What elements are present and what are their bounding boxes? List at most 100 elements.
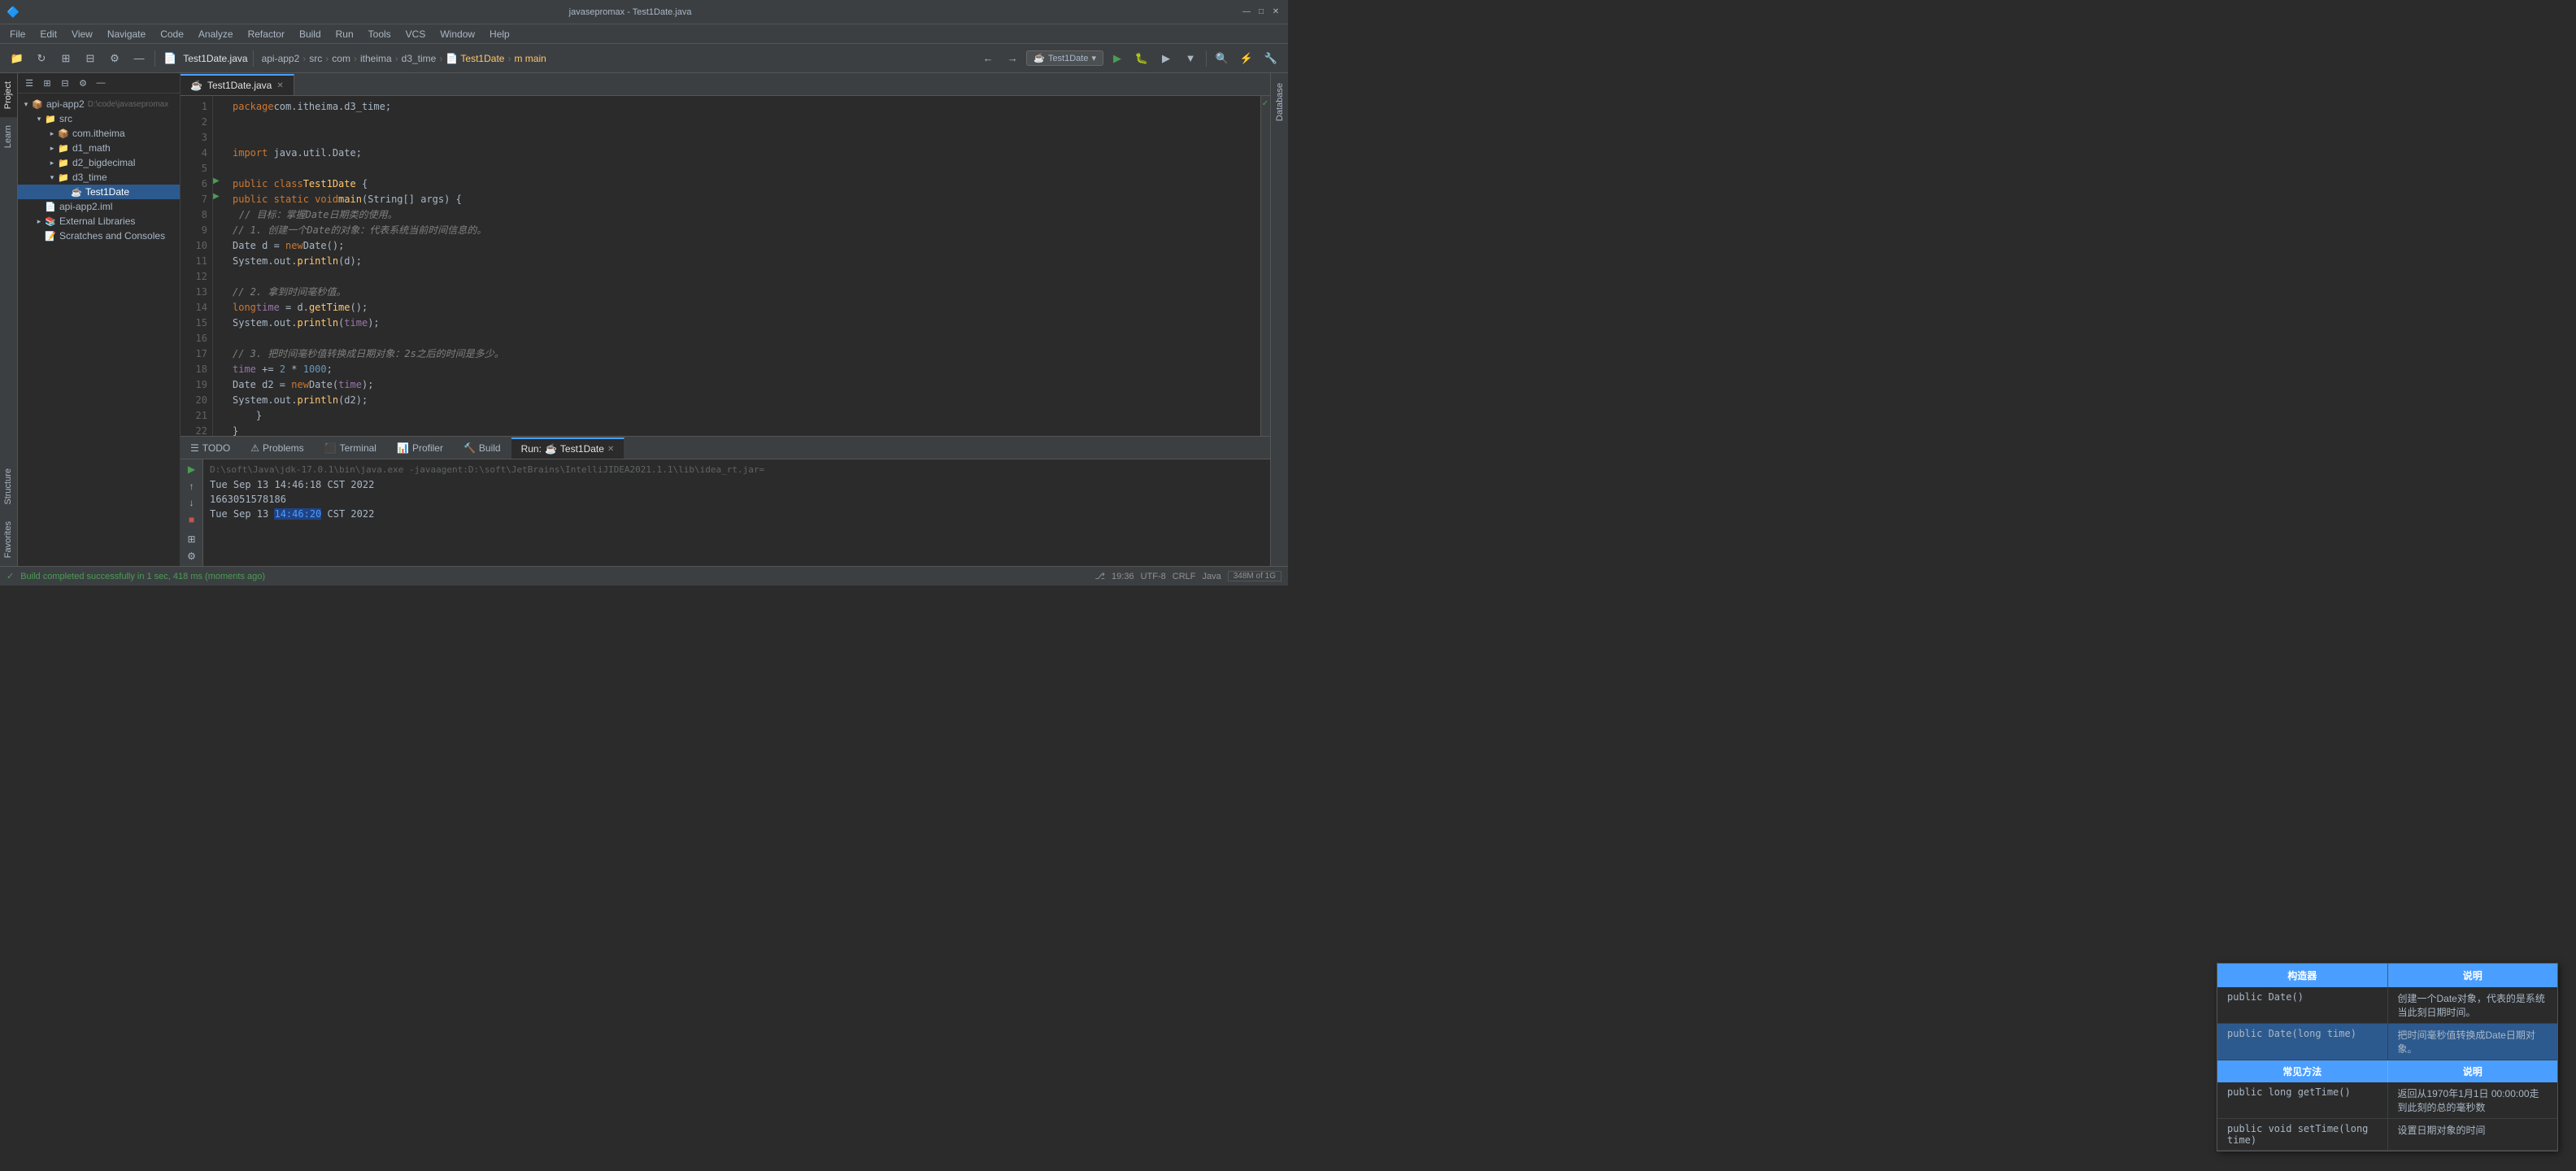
ln-5: 5 — [181, 161, 207, 176]
breadcrumb-main[interactable]: m main — [514, 53, 546, 64]
tree-iml[interactable]: 📄 api-app2.iml — [18, 199, 180, 214]
forward-icon[interactable]: → — [1002, 48, 1023, 69]
bottom-tab-terminal[interactable]: ⬛ Terminal — [315, 437, 387, 459]
plugin-button[interactable]: 🔧 — [1260, 48, 1281, 69]
problems-label: Problems — [263, 442, 304, 454]
breadcrumb-src[interactable]: src — [309, 53, 322, 64]
code-area[interactable]: package com.itheima.d3_time; import java… — [226, 96, 1260, 436]
doc-method-row-1[interactable]: public long getTime() 返回从1970年1月1日 00:00… — [2217, 1082, 2557, 1119]
bottom-tab-run[interactable]: Run: ☕ Test1Date ✕ — [511, 437, 625, 459]
project-toolbar: ☰ ⊞ ⊟ ⚙ — — [18, 73, 180, 94]
debug-button[interactable]: 🐛 — [1131, 48, 1152, 69]
maximize-button[interactable]: □ — [1255, 7, 1267, 18]
collapse-all-icon[interactable]: ⊟ — [80, 48, 101, 69]
menu-vcs[interactable]: VCS — [399, 27, 433, 41]
project-toolbar-btn2[interactable]: ⊞ — [39, 75, 55, 91]
doc-method-row-2[interactable]: public void setTime(long time) 设置日期对象的时间 — [2217, 1119, 2557, 1151]
tree-root[interactable]: ▾ 📦 api-app2 D:\code\javasepromax — [18, 97, 180, 111]
project-hide-icon[interactable]: — — [93, 75, 109, 91]
expand-all-icon[interactable]: ⊞ — [55, 48, 76, 69]
toolbar-sep-2 — [253, 50, 254, 67]
tree-d1math-label: d1_math — [72, 142, 111, 154]
back-icon[interactable]: ← — [977, 48, 999, 69]
coverage-button[interactable]: ▶ — [1155, 48, 1177, 69]
project-toolbar-btn3[interactable]: ⊟ — [57, 75, 73, 91]
editor-tab-test1date[interactable]: ☕ Test1Date.java ✕ — [181, 74, 294, 95]
todo-label: TODO — [202, 442, 230, 454]
run-again-button[interactable]: ▶ — [184, 463, 200, 477]
tree-com-itheima[interactable]: ▸ 📦 com.itheima — [18, 126, 180, 141]
tree-arrow-d1: ▸ — [47, 144, 57, 153]
menu-edit[interactable]: Edit — [33, 27, 63, 41]
doc-row-1[interactable]: public Date() 创建一个Date对象，代表的是系统当此刻日期时间。 — [2217, 987, 2557, 1024]
menu-help[interactable]: Help — [483, 27, 516, 41]
code-line-12 — [233, 269, 1254, 285]
breadcrumb-itheima[interactable]: itheima — [360, 53, 392, 64]
close-button[interactable]: ✕ — [1270, 7, 1281, 18]
menu-window[interactable]: Window — [433, 27, 481, 41]
ln-4: 4 — [181, 146, 207, 161]
minimize-button[interactable]: — — [1241, 7, 1252, 18]
project-settings-icon[interactable]: ⚙ — [75, 75, 91, 91]
database-panel-label[interactable]: Database — [1275, 76, 1285, 128]
menu-file[interactable]: File — [3, 27, 32, 41]
hide-panel-icon[interactable]: — — [128, 48, 150, 69]
tree-d2bigdecimal[interactable]: ▸ 📁 d2_bigdecimal — [18, 155, 180, 170]
status-position[interactable]: 19:36 — [1112, 572, 1134, 581]
folder-icon-d3: 📁 — [57, 171, 70, 184]
tree-scratches[interactable]: 📝 Scratches and Consoles — [18, 229, 180, 243]
breadcrumb-com[interactable]: com — [332, 53, 350, 64]
scroll-up-button[interactable]: ↑ — [184, 480, 200, 494]
run-tab-close-icon[interactable]: ✕ — [607, 445, 614, 454]
menu-refactor[interactable]: Refactor — [242, 27, 291, 41]
code-line-9: // 1. 创建一个Date的对象：代表系统当前时间信息的。 — [233, 223, 1254, 238]
settings-console-button[interactable]: ⚙ — [184, 550, 200, 564]
status-lang[interactable]: Java — [1202, 572, 1221, 581]
scroll-down-button[interactable]: ↓ — [184, 496, 200, 510]
breadcrumb-d3time[interactable]: d3_time — [402, 53, 437, 64]
status-encoding[interactable]: UTF-8 — [1141, 572, 1166, 581]
sync-icon[interactable]: ↻ — [31, 48, 52, 69]
arrow-6[interactable]: ▶ — [213, 176, 226, 192]
bottom-tab-build[interactable]: 🔨 Build — [454, 437, 511, 459]
side-tab-favorites[interactable]: Favorites — [0, 513, 17, 566]
tree-test1date[interactable]: ☕ Test1Date — [18, 185, 180, 199]
bottom-tab-profiler[interactable]: 📊 Profiler — [387, 437, 454, 459]
side-tab-structure[interactable]: Structure — [0, 460, 17, 513]
doc-row-2[interactable]: public Date(long time) 把时间毫秒值转换成Date日期对象… — [2217, 1024, 2557, 1060]
arrow-7[interactable]: ▶ — [213, 192, 226, 207]
project-toolbar-btn1[interactable]: ☰ — [21, 75, 37, 91]
tree-d1math[interactable]: ▸ 📁 d1_math — [18, 141, 180, 155]
run-config-selector[interactable]: ☕ Test1Date ▾ — [1026, 50, 1103, 66]
toolbox-button[interactable]: ⚡ — [1236, 48, 1257, 69]
run-button[interactable]: ▶ — [1107, 48, 1128, 69]
project-icon[interactable]: 📁 — [7, 48, 28, 69]
breadcrumb-project[interactable]: api-app2 — [262, 53, 300, 64]
breadcrumb-test1date[interactable]: 📄 Test1Date — [446, 53, 504, 64]
menu-view[interactable]: View — [65, 27, 99, 41]
menu-run[interactable]: Run — [329, 27, 360, 41]
settings-icon[interactable]: ⚙ — [104, 48, 125, 69]
menu-navigate[interactable]: Navigate — [101, 27, 152, 41]
console-output[interactable]: D:\soft\Java\jdk-17.0.1\bin\java.exe -ja… — [203, 459, 1270, 566]
more-run-button[interactable]: ▼ — [1180, 48, 1201, 69]
tab-close-icon[interactable]: ✕ — [276, 81, 283, 90]
memory-indicator[interactable]: 348M of 1G — [1228, 571, 1281, 581]
tree-src[interactable]: ▾ 📁 src — [18, 111, 180, 126]
bottom-tab-todo[interactable]: ☰ TODO — [181, 437, 241, 459]
stop-button[interactable]: ■ — [184, 513, 200, 527]
bottom-tab-problems[interactable]: ⚠ Problems — [241, 437, 314, 459]
tree-d3time[interactable]: ▾ 📁 d3_time — [18, 170, 180, 185]
menu-tools[interactable]: Tools — [362, 27, 398, 41]
side-tab-project[interactable]: Project — [0, 73, 17, 117]
status-line-sep[interactable]: CRLF — [1173, 572, 1196, 581]
menu-build[interactable]: Build — [293, 27, 328, 41]
side-tab-learn[interactable]: Learn — [0, 117, 17, 156]
arrow-3 — [213, 130, 226, 146]
menu-analyze[interactable]: Analyze — [192, 27, 240, 41]
search-everywhere-button[interactable]: 🔍 — [1212, 48, 1233, 69]
tree-ext-libs[interactable]: ▸ 📚 External Libraries — [18, 214, 180, 229]
breadcrumb-sep-4: › — [395, 53, 398, 64]
menu-code[interactable]: Code — [154, 27, 190, 41]
expand-console-button[interactable]: ⊞ — [184, 533, 200, 546]
